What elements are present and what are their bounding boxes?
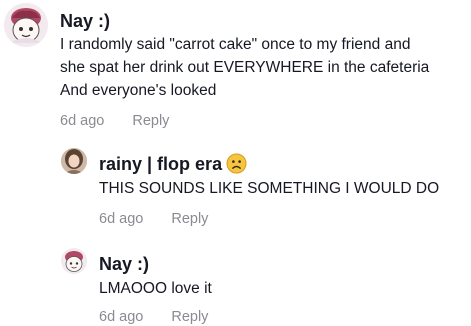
comment-text: I randomly said "carrot cake" once to my… <box>60 36 430 99</box>
comment-meta: 6d ago Reply <box>60 112 169 130</box>
username[interactable]: Nay :) <box>60 10 110 32</box>
avatar[interactable] <box>61 148 87 174</box>
timestamp: 6d ago <box>99 211 144 227</box>
avatar[interactable] <box>4 3 48 47</box>
profile-photo-icon <box>61 148 87 174</box>
username-text: rainy | flop era <box>99 154 223 174</box>
comment-meta: 6d ago Reply <box>99 308 208 326</box>
reply-button[interactable]: Reply <box>132 113 169 129</box>
timestamp: 6d ago <box>60 113 105 129</box>
worried-face-emoji-icon <box>226 153 247 174</box>
comment-text: LMAOOO love it <box>99 280 212 297</box>
username[interactable]: Nay :) <box>99 253 149 275</box>
comment-meta: 6d ago Reply <box>99 210 208 228</box>
comment-text: THIS SOUNDS LIKE SOMETHING I WOULD DO <box>99 180 440 197</box>
username[interactable]: rainy | flop era <box>99 153 247 175</box>
avatar[interactable] <box>61 248 87 274</box>
cartoon-character-icon <box>61 248 87 274</box>
cartoon-character-icon <box>4 3 48 47</box>
reply-button[interactable]: Reply <box>171 211 208 227</box>
